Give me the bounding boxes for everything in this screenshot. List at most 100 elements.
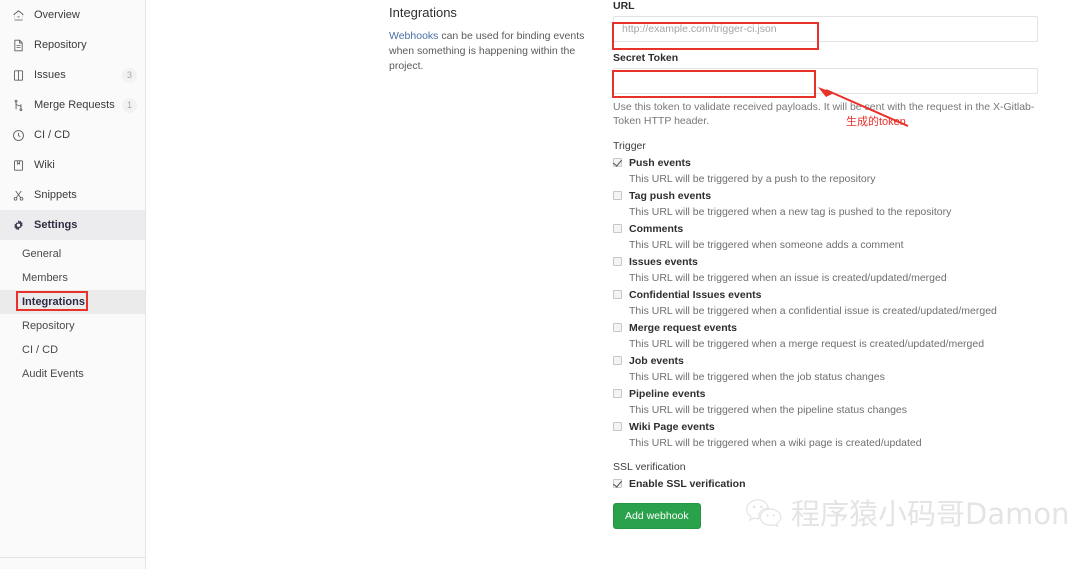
trigger-checkbox[interactable] [613,389,622,398]
trigger-checkbox-row[interactable]: Job events [613,353,1038,368]
trigger-checkbox-label: Wiki Page events [629,420,715,433]
subitem-label: CI / CD [22,344,59,356]
trigger-checkbox-row[interactable]: Tag push events [613,188,1038,203]
sidebar-item-label: Repository [34,39,87,51]
trigger-checkbox[interactable] [613,290,622,299]
sidebar-subitem-audit-events[interactable]: Audit Events [0,362,145,386]
trigger-section-label: Trigger [613,140,646,152]
trigger-checkbox-row[interactable]: Comments [613,221,1038,236]
trigger-description: This URL will be triggered when someone … [629,239,904,251]
page-title: Integrations [389,5,457,20]
scissors-icon [10,187,26,203]
trigger-checkbox-row[interactable]: Merge request events [613,320,1038,335]
gear-icon [10,217,26,233]
trigger-checkbox-label: Issues events [629,255,698,268]
sidebar-item-repository[interactable]: Repository [0,30,145,60]
trigger-row: Issues events This URL will be triggered … [613,254,1038,285]
trigger-row: Pipeline events This URL will be triggere… [613,386,1038,417]
sidebar-item-label: Issues [34,69,66,81]
sidebar-item-label: Wiki [34,159,55,171]
sidebar-scroll-area: Overview Repository Issues 3 Merge Reque… [0,0,145,558]
trigger-row: Wiki Page events This URL will be trigger… [613,419,1038,450]
sidebar-item-settings[interactable]: Settings [0,210,145,240]
ssl-section-label: SSL verification [613,461,686,473]
document-icon [10,37,26,53]
trigger-checkbox[interactable] [613,356,622,365]
gitlab-webhook-settings-page: Overview Repository Issues 3 Merge Reque… [0,0,1080,569]
trigger-checkbox-row[interactable]: Confidential Issues events [613,287,1038,302]
sidebar-item-snippets[interactable]: Snippets [0,180,145,210]
trigger-checkbox-row[interactable]: Issues events [613,254,1038,269]
trigger-description: This URL will be triggered by a push to … [629,173,876,185]
sidebar-item-ci-cd[interactable]: CI / CD [0,120,145,150]
sidebar-item-label: Snippets [34,189,77,201]
subitem-label: Repository [22,320,75,332]
trigger-checkbox-row[interactable]: Pipeline events [613,386,1038,401]
trigger-description: This URL will be triggered when a confid… [629,305,997,317]
subitem-label: Members [22,272,68,284]
trigger-checkbox-label: Tag push events [629,189,712,202]
trigger-checkbox-label: Push events [629,156,691,169]
annotation-note-text: 生成的token [846,116,906,128]
book-icon [10,157,26,173]
trigger-description: This URL will be triggered when an issue… [629,272,947,284]
add-webhook-button[interactable]: Add webhook [613,503,701,529]
settings-subnav: General Members Integrations Repository … [0,240,145,386]
trigger-checkbox-label: Job events [629,354,684,367]
secret-token-input[interactable] [613,68,1038,94]
webhooks-link[interactable]: Webhooks [389,30,438,42]
ssl-checkbox-row[interactable]: Enable SSL verification [613,476,1038,491]
secret-token-hint: Use this token to validate received payl… [613,101,1035,127]
url-input[interactable] [613,16,1038,42]
sidebar-item-wiki[interactable]: Wiki [0,150,145,180]
subitem-label: General [22,248,62,260]
sidebar-divider [0,557,146,558]
trigger-checkbox-label: Comments [629,222,684,235]
trigger-row: Confidential Issues events This URL will … [613,287,1038,318]
sidebar-subitem-ci-cd[interactable]: CI / CD [0,338,145,362]
trigger-checkbox[interactable] [613,323,622,332]
trigger-checkbox[interactable] [613,191,622,200]
trigger-checkbox-row[interactable]: Push events [613,155,1038,170]
merge-requests-count-badge: 1 [122,97,137,113]
trigger-checkbox-label: Confidential Issues events [629,288,762,301]
merge-request-icon [10,97,26,113]
issues-count-badge: 3 [122,67,137,83]
trigger-checkbox[interactable] [613,257,622,266]
trigger-checkbox-label: Pipeline events [629,387,706,400]
secret-token-field-label: Secret Token [613,52,679,64]
trigger-checkbox[interactable] [613,158,622,167]
sidebar-item-merge-requests[interactable]: Merge Requests 1 [0,90,145,120]
trigger-description: This URL will be triggered when a merge … [629,338,985,350]
subitem-label: Audit Events [22,368,84,380]
sidebar-item-overview[interactable]: Overview [0,0,145,30]
trigger-row: Job events This URL will be triggered whe… [613,353,1038,384]
page-description: Webhooks can be used for binding events … [389,29,589,74]
trigger-checkbox-label: Merge request events [629,321,737,334]
trigger-row: Merge request events This URL will be tri… [613,320,1038,351]
webhook-form: URL Secret Token Use this token to valid… [613,0,1038,529]
trigger-checkbox-row[interactable]: Wiki Page events [613,419,1038,434]
sidebar-item-issues[interactable]: Issues 3 [0,60,145,90]
trigger-row: Push events This URL will be triggered by… [613,155,1038,186]
rocket-icon [10,127,26,143]
home-icon [10,7,26,23]
integrations-description-column: Integrations Webhooks can be used for bi… [389,0,589,74]
ssl-checkbox[interactable] [613,479,622,488]
trigger-description: This URL will be triggered when a wiki p… [629,437,922,449]
ssl-checkbox-label: Enable SSL verification [629,477,746,490]
trigger-row: Comments This URL will be triggered when … [613,221,1038,252]
sidebar-subitem-repository[interactable]: Repository [0,314,145,338]
sidebar-subitem-general[interactable]: General [0,242,145,266]
trigger-row: Tag push events This URL will be triggere… [613,188,1038,219]
sidebar-subitem-members[interactable]: Members [0,266,145,290]
sidebar-subitem-integrations[interactable]: Integrations [0,290,145,314]
trigger-checkbox[interactable] [613,422,622,431]
url-field-label: URL [613,0,635,12]
subitem-label: Integrations [22,296,85,308]
sidebar-item-label: CI / CD [34,129,71,141]
trigger-checkbox[interactable] [613,224,622,233]
trigger-description: This URL will be triggered when a new ta… [629,206,952,218]
sidebar-item-label: Overview [34,9,80,21]
trigger-checkbox-list: Push events This URL will be triggered by… [613,155,1038,450]
